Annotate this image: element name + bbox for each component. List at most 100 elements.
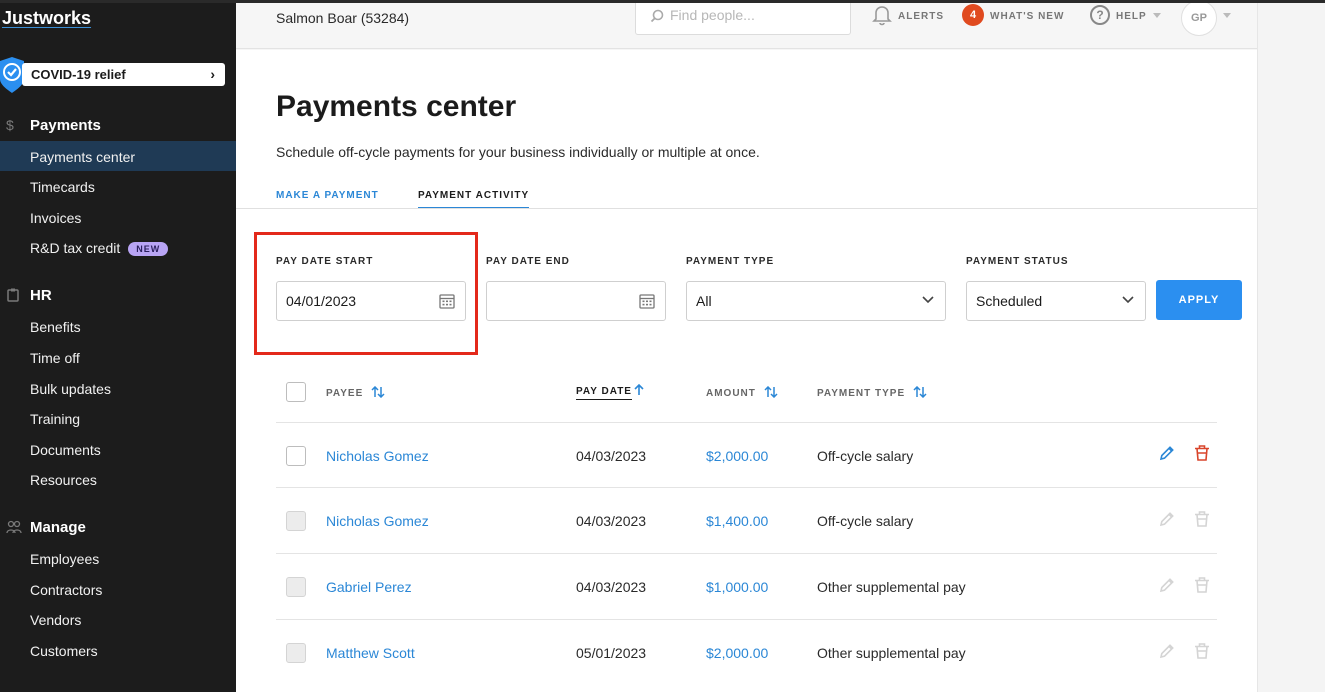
payee-link[interactable]: Nicholas Gomez xyxy=(326,513,429,529)
sidebar-item-label: Resources xyxy=(30,472,97,488)
payee-link[interactable]: Matthew Scott xyxy=(326,645,415,661)
new-badge: NEW xyxy=(128,242,169,256)
company-name[interactable]: Salmon Boar (53284) xyxy=(276,10,409,26)
pay-date-end-field[interactable] xyxy=(486,281,666,321)
row-checkbox[interactable] xyxy=(286,446,306,466)
payment-type-cell: Other supplemental pay xyxy=(817,645,966,661)
search-icon xyxy=(650,9,664,23)
chevron-down-icon xyxy=(922,296,934,304)
people-search[interactable] xyxy=(635,0,851,35)
calendar-icon[interactable] xyxy=(639,293,655,309)
help-menu[interactable]: HELP xyxy=(1116,11,1147,22)
payment-type-value: All xyxy=(696,293,712,309)
column-header-pay-date[interactable]: PAY DATE xyxy=(576,386,632,400)
sidebar: Justworks COVID-19 relief › $ Payments P… xyxy=(0,0,236,692)
search-input[interactable] xyxy=(670,7,840,23)
covid-relief-pill[interactable]: COVID-19 relief › xyxy=(22,63,225,86)
chevron-down-icon xyxy=(1122,296,1134,304)
calendar-icon[interactable] xyxy=(439,293,455,309)
sidebar-item-label: R&D tax credit xyxy=(30,240,121,256)
sidebar-item-benefits[interactable]: Benefits xyxy=(0,311,236,341)
covid-relief-label: COVID-19 relief xyxy=(31,67,126,82)
column-header-payment-type[interactable]: PAYMENT TYPE xyxy=(817,386,927,399)
tab-payment-activity[interactable]: PAYMENT ACTIVITY xyxy=(418,190,530,209)
sidebar-item-training[interactable]: Training xyxy=(0,403,236,433)
column-header-payee[interactable]: PAYEE xyxy=(326,386,385,399)
sort-ascending-icon[interactable] xyxy=(634,384,644,396)
delete-trash-icon[interactable] xyxy=(1193,444,1211,462)
main-content: Payments center Schedule off-cycle payme… xyxy=(236,50,1257,692)
tabs-divider xyxy=(236,208,1257,209)
alerts-link[interactable]: ALERTS xyxy=(898,11,944,22)
apply-button[interactable]: APPLY xyxy=(1156,280,1242,320)
sidebar-item-timecards[interactable]: Timecards xyxy=(0,171,236,201)
column-header-label: PAY DATE xyxy=(576,386,632,397)
whats-new-link[interactable]: WHAT'S NEW xyxy=(990,11,1064,22)
avatar[interactable]: GP xyxy=(1181,0,1217,36)
sidebar-item-label: Training xyxy=(30,411,81,427)
notification-count-badge[interactable]: 4 xyxy=(962,4,984,26)
top-border xyxy=(0,0,1325,3)
sidebar-item-payments-center[interactable]: Payments center xyxy=(0,141,236,171)
edit-pencil-icon xyxy=(1159,644,1174,659)
sidebar-item-label: Contractors xyxy=(30,582,103,598)
payment-type-cell: Other supplemental pay xyxy=(817,579,966,595)
pay-date-end-label: PAY DATE END xyxy=(486,256,570,267)
payment-status-label: PAYMENT STATUS xyxy=(966,256,1069,267)
row-divider xyxy=(276,422,1217,423)
sidebar-item-label: Customers xyxy=(30,643,98,659)
column-header-label: PAYMENT TYPE xyxy=(817,388,906,399)
column-header-amount[interactable]: AMOUNT xyxy=(706,386,778,399)
delete-trash-icon xyxy=(1195,577,1209,593)
payee-link[interactable]: Gabriel Perez xyxy=(326,579,412,595)
bell-icon[interactable] xyxy=(872,4,892,26)
amount-link[interactable]: $1,400.00 xyxy=(706,513,768,529)
justworks-logo[interactable]: Justworks xyxy=(2,8,91,29)
sidebar-item-contractors[interactable]: Contractors xyxy=(0,574,236,604)
section-title-manage: Manage xyxy=(30,519,86,536)
clipboard-icon xyxy=(7,288,19,302)
edit-pencil-icon xyxy=(1159,512,1174,527)
tab-make-a-payment[interactable]: MAKE A PAYMENT xyxy=(276,190,379,201)
top-bar: Salmon Boar (53284) ALERTS 4 WHAT'S NEW … xyxy=(236,0,1257,49)
chevron-down-icon xyxy=(1153,13,1161,18)
sidebar-item-documents[interactable]: Documents xyxy=(0,434,236,464)
covid-relief-banner[interactable]: COVID-19 relief › xyxy=(0,57,236,93)
sidebar-item-label: Timecards xyxy=(30,179,95,195)
amount-link[interactable]: $2,000.00 xyxy=(706,645,768,661)
row-checkbox xyxy=(286,643,306,663)
payee-link[interactable]: Nicholas Gomez xyxy=(326,448,429,464)
sort-icon xyxy=(913,386,927,398)
sidebar-item-time-off[interactable]: Time off xyxy=(0,342,236,372)
sidebar-item-bulk-updates[interactable]: Bulk updates xyxy=(0,373,236,403)
payment-type-cell: Off-cycle salary xyxy=(817,448,914,464)
sidebar-item-resources[interactable]: Resources xyxy=(0,464,236,494)
help-icon[interactable]: ? xyxy=(1090,5,1110,25)
payment-status-select[interactable]: Scheduled xyxy=(966,281,1146,321)
column-header-label: PAYEE xyxy=(326,388,364,399)
amount-link[interactable]: $1,000.00 xyxy=(706,579,768,595)
payment-status-value: Scheduled xyxy=(976,293,1043,309)
amount-link[interactable]: $2,000.00 xyxy=(706,448,768,464)
sidebar-item-customers[interactable]: Customers xyxy=(0,635,236,665)
edit-pencil-icon[interactable] xyxy=(1158,444,1176,462)
pay-date-start-field[interactable]: 04/01/2023 xyxy=(276,281,466,321)
sidebar-item-invoices[interactable]: Invoices xyxy=(0,202,236,232)
sidebar-item-rd-tax-credit[interactable]: R&D tax credit NEW xyxy=(0,232,236,262)
sidebar-item-label: Invoices xyxy=(30,210,82,226)
chevron-down-icon xyxy=(1223,13,1231,18)
select-all-checkbox[interactable] xyxy=(286,382,306,402)
row-checkbox xyxy=(286,511,306,531)
payment-type-select[interactable]: All xyxy=(686,281,946,321)
row-divider xyxy=(276,487,1217,488)
chevron-right-icon: › xyxy=(210,66,215,82)
column-header-label: AMOUNT xyxy=(706,388,756,399)
delete-trash-icon xyxy=(1195,511,1209,527)
sidebar-item-employees[interactable]: Employees xyxy=(0,543,236,573)
row-divider xyxy=(276,553,1217,554)
page-subtitle: Schedule off-cycle payments for your bus… xyxy=(276,144,760,160)
edit-pencil-icon xyxy=(1159,578,1174,593)
sidebar-item-vendors[interactable]: Vendors xyxy=(0,604,236,634)
delete-trash-icon xyxy=(1195,643,1209,659)
pay-date-start-label: PAY DATE START xyxy=(276,256,374,267)
